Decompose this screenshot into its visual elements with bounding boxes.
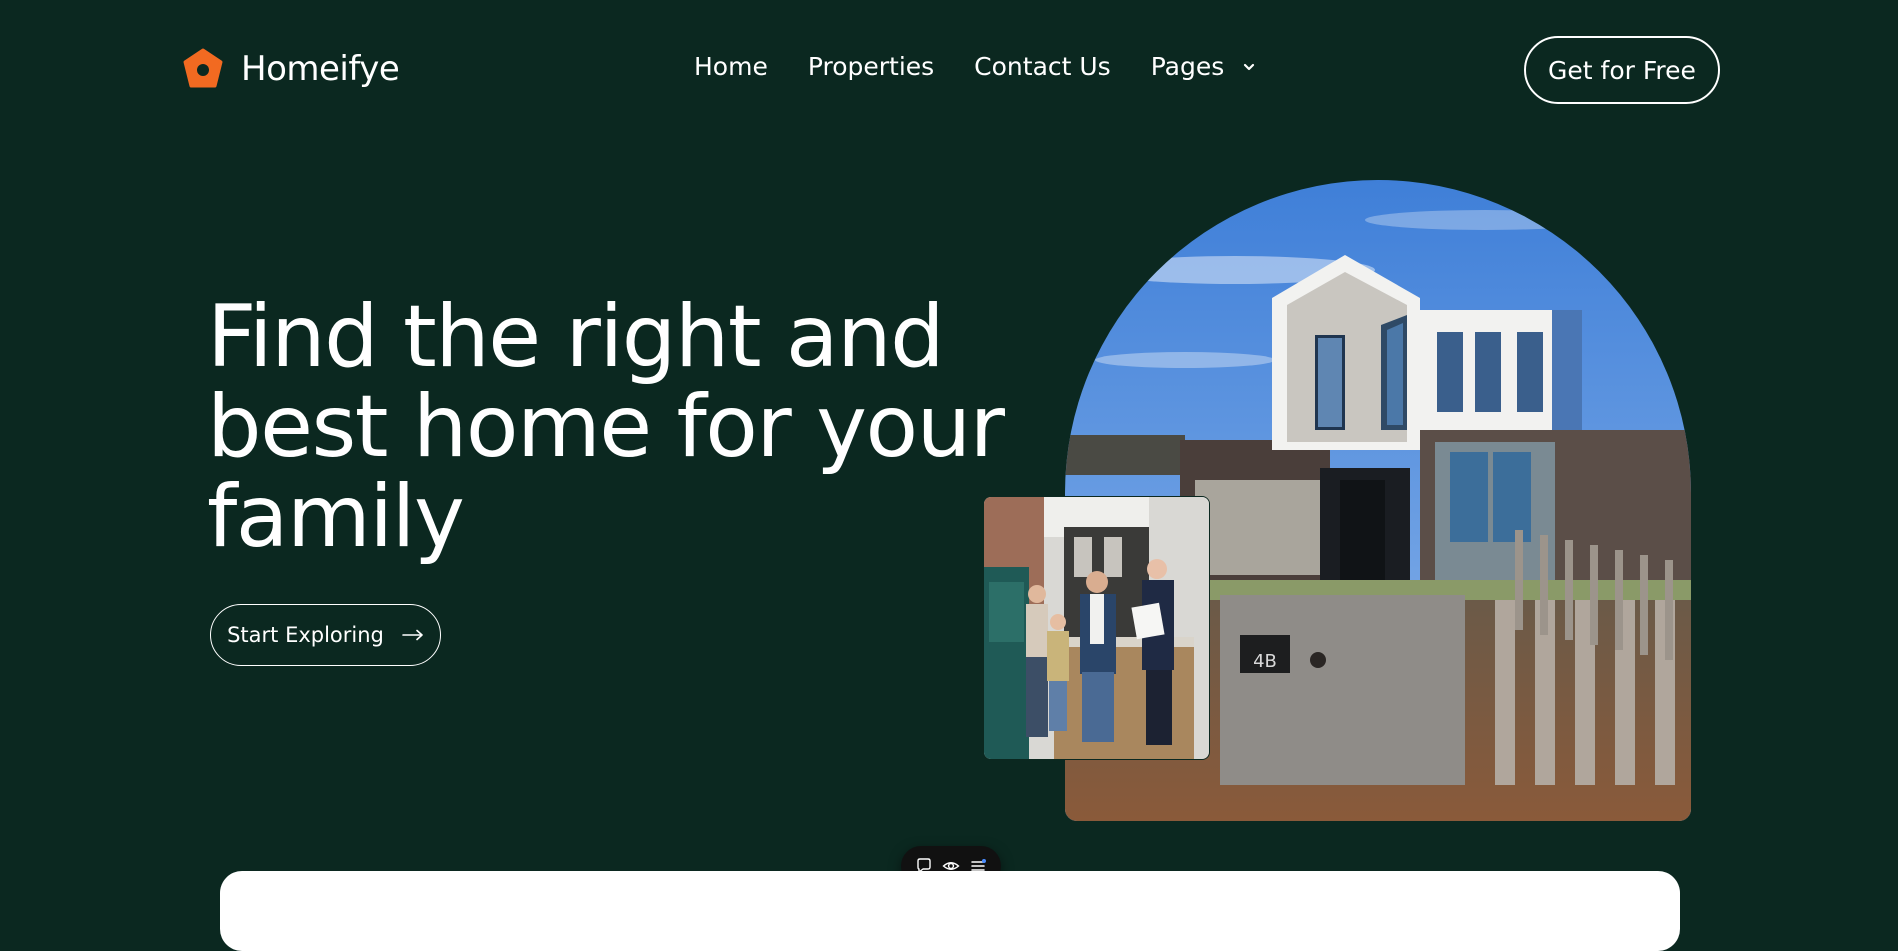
brand-logo[interactable]: Homeifye [182, 48, 400, 90]
info-card [220, 871, 1680, 951]
arrow-right-icon [402, 629, 423, 641]
site-header: Homeifye Home Properties Contact Us Page… [0, 0, 1898, 140]
chevron-down-icon [1244, 63, 1255, 70]
nav-properties[interactable]: Properties [808, 52, 934, 81]
family-illustration [984, 497, 1209, 759]
nav-pages-dropdown[interactable]: Pages [1151, 52, 1257, 81]
start-exploring-label: Start Exploring [227, 623, 384, 647]
hero-title: Find the right and best home for your fa… [207, 287, 1005, 567]
nav-pages-label: Pages [1150, 52, 1225, 81]
house-number: 4B [1253, 651, 1277, 672]
nav-contact-us[interactable]: Contact Us [974, 52, 1111, 81]
brand-name: Homeifye [241, 49, 400, 89]
family-photo [983, 496, 1210, 760]
logo-icon [183, 48, 223, 88]
start-exploring-button[interactable]: Start Exploring [210, 604, 441, 666]
get-for-free-button[interactable]: Get for Free [1524, 36, 1720, 104]
main-nav: Home Properties Contact Us Pages [694, 52, 1256, 81]
nav-home[interactable]: Home [694, 52, 768, 81]
